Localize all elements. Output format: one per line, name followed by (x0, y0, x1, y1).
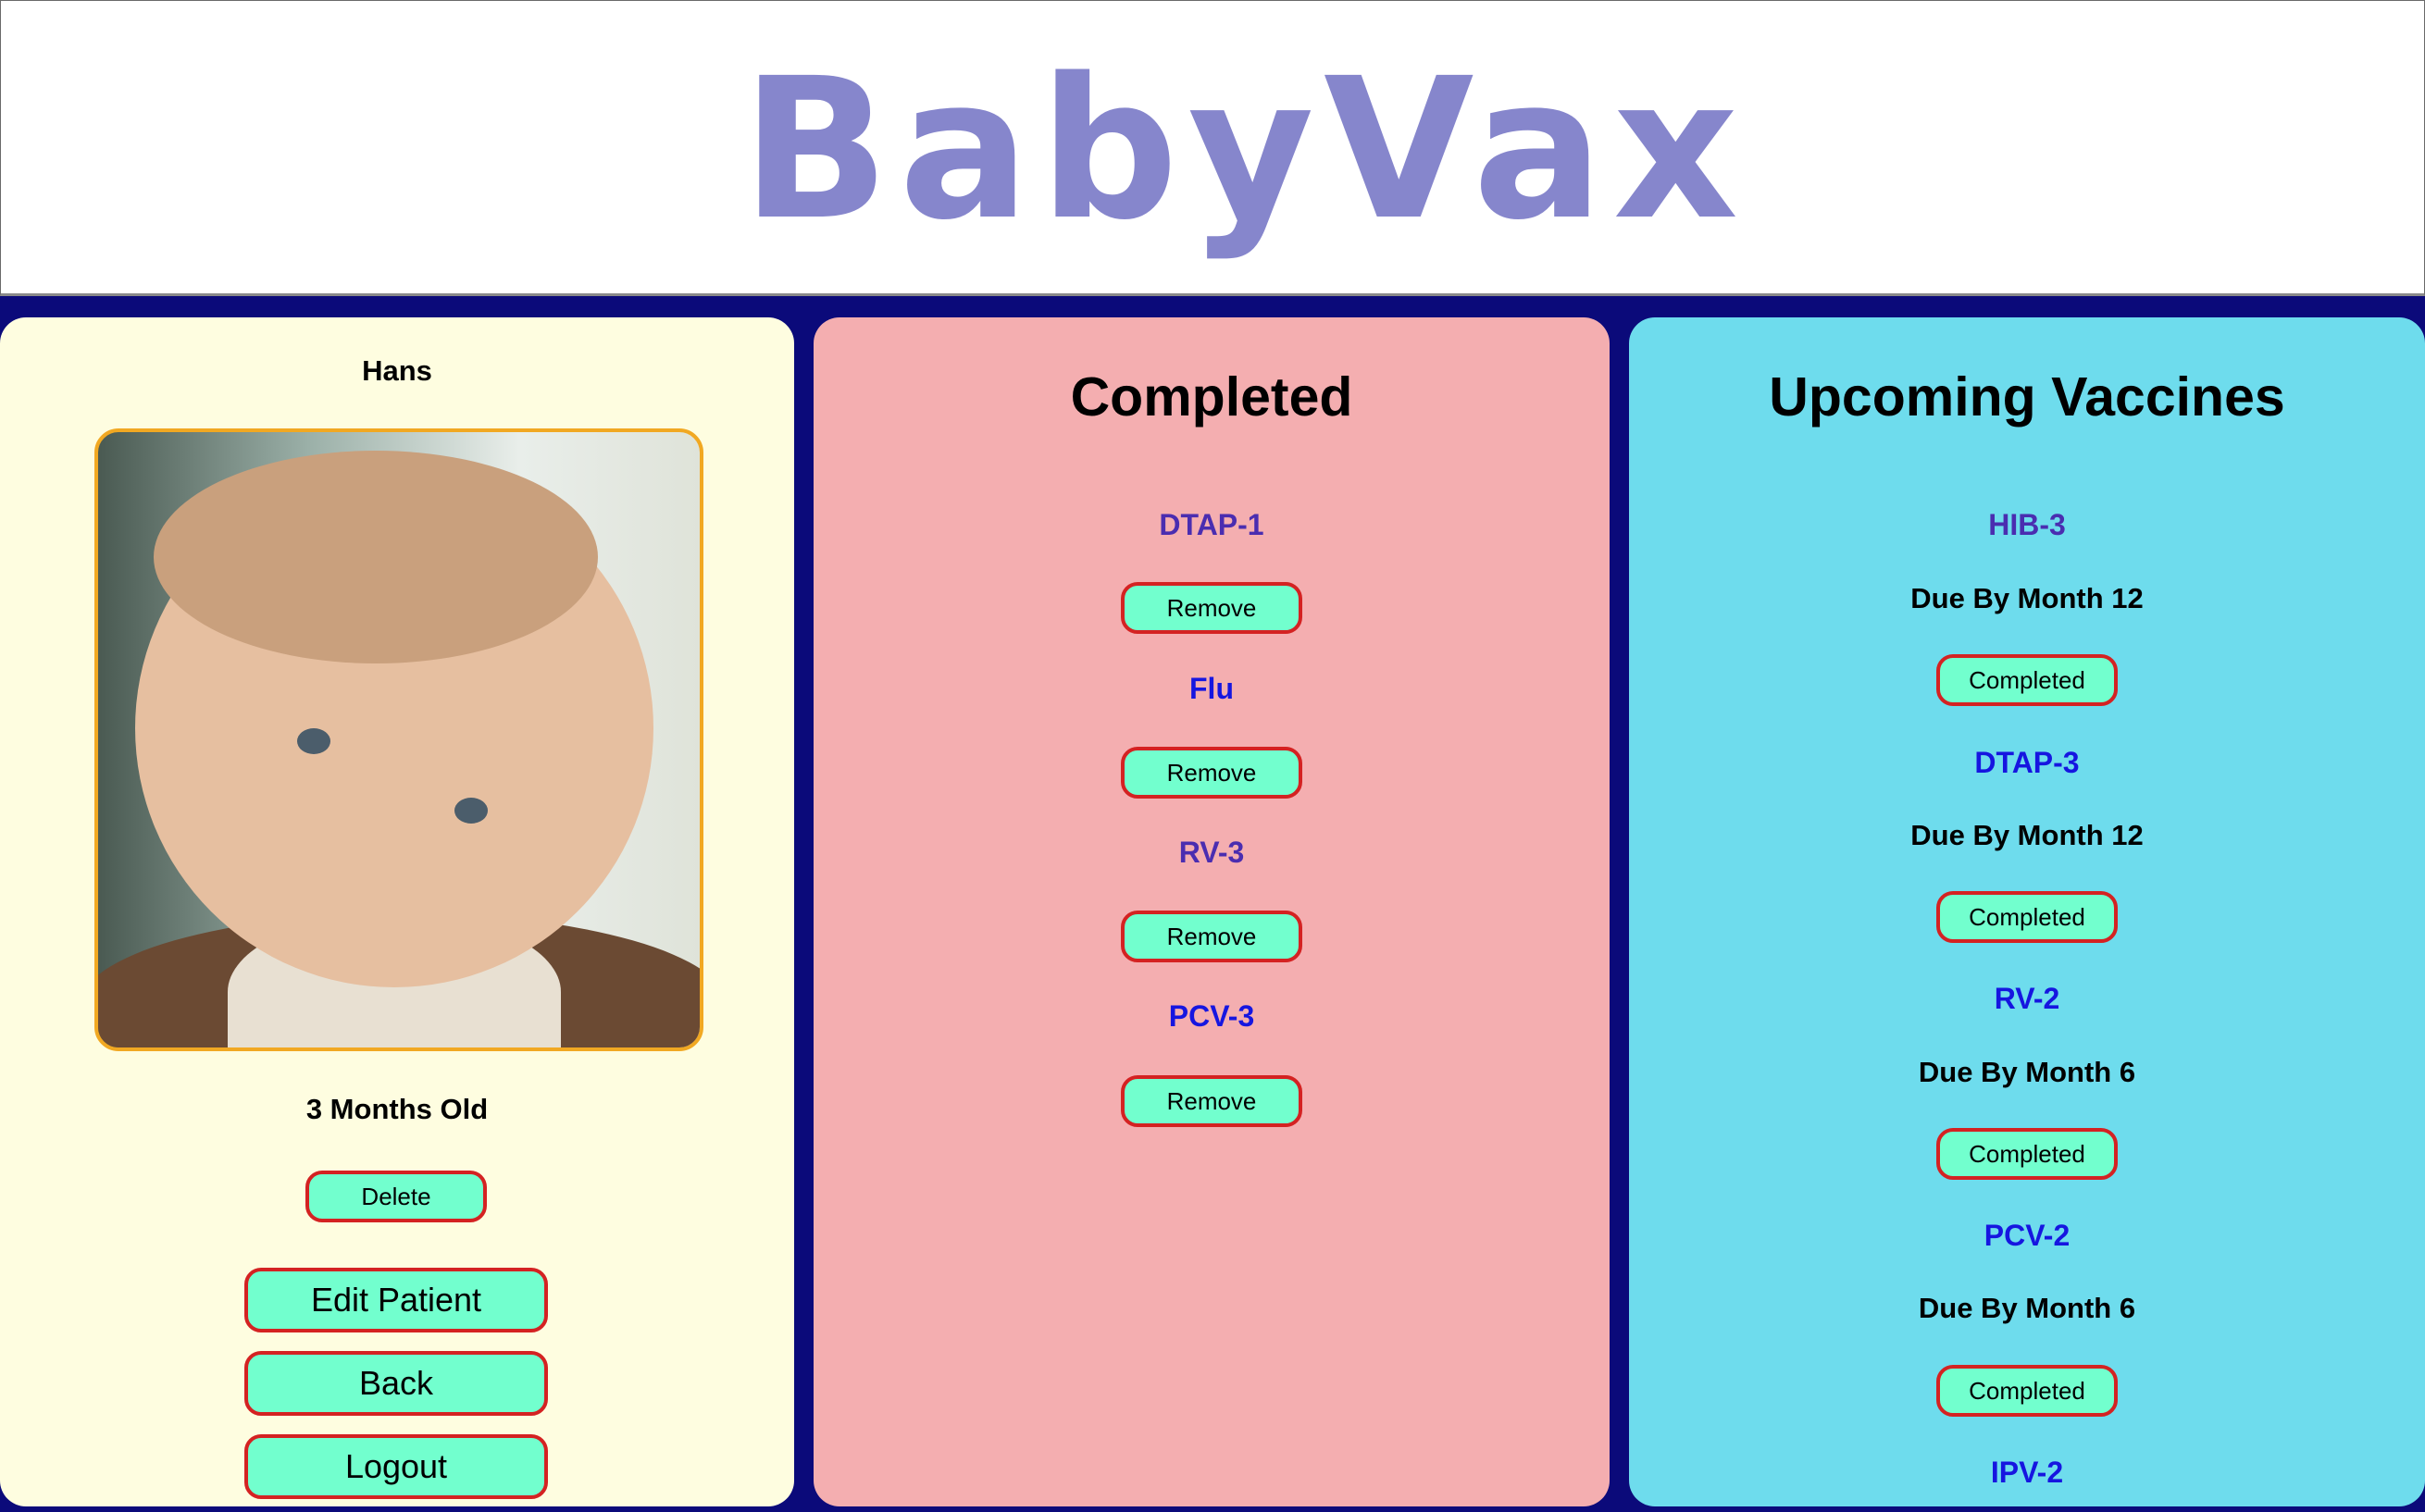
upcoming-vaccine-name: DTAP-3 (1974, 746, 2080, 779)
remove-button[interactable]: Remove (1121, 582, 1302, 634)
patient-panel: Hans 3 Months Old Delete Edit Patient Ba… (0, 317, 794, 1506)
app-logo: BabyVax (741, 36, 1748, 263)
completed-button[interactable]: Completed (1936, 654, 2118, 706)
completed-panel: Completed DTAP-1 Remove Flu Remove RV-3 … (814, 317, 1610, 1506)
completed-button[interactable]: Completed (1936, 1365, 2118, 1417)
completed-button[interactable]: Completed (1936, 891, 2118, 943)
due-date: Due By Month 6 (1918, 1056, 2136, 1088)
back-button[interactable]: Back (244, 1351, 548, 1416)
upcoming-vaccine-name: PCV-2 (1984, 1219, 2071, 1252)
completed-heading: Completed (1070, 366, 1353, 428)
upcoming-heading: Upcoming Vaccines (1769, 366, 2285, 428)
upcoming-panel: Upcoming Vaccines HIB-3 Due By Month 12 … (1629, 317, 2425, 1506)
due-date: Due By Month 12 (1910, 819, 2144, 851)
edit-patient-button[interactable]: Edit Patient (244, 1268, 548, 1332)
patient-age: 3 Months Old (305, 1093, 489, 1125)
hat-icon (876, 293, 1005, 296)
patient-photo (94, 428, 703, 1051)
completed-button[interactable]: Completed (1936, 1128, 2118, 1180)
hat-icon (635, 293, 765, 296)
remove-button[interactable]: Remove (1121, 1075, 1302, 1127)
hat-icon (399, 293, 529, 296)
upcoming-vaccine-name: RV-2 (1994, 982, 2060, 1015)
patient-name: Hans (362, 354, 432, 387)
delete-button[interactable]: Delete (305, 1171, 487, 1222)
hat-icon (84, 293, 214, 296)
hat-icon (1264, 293, 1394, 296)
logout-button[interactable]: Logout (244, 1434, 548, 1499)
completed-vaccine-name: DTAP-1 (1159, 508, 1264, 541)
remove-button[interactable]: Remove (1121, 911, 1302, 962)
completed-vaccine-name: Flu (1189, 672, 1234, 705)
upcoming-vaccine-name: IPV-2 (1990, 1456, 2064, 1489)
completed-vaccine-name: RV-3 (1178, 836, 1245, 869)
hat-icon (2046, 293, 2176, 296)
hat-icon (1574, 293, 1704, 296)
remove-button[interactable]: Remove (1121, 747, 1302, 799)
due-date: Due By Month 12 (1910, 582, 2144, 614)
header-banner: BabyVax (0, 0, 2425, 296)
upcoming-vaccine-name: HIB-3 (1988, 508, 2066, 541)
due-date: Due By Month 6 (1918, 1292, 2136, 1324)
hat-icon (1806, 293, 1935, 296)
completed-vaccine-name: PCV-3 (1168, 999, 1255, 1033)
